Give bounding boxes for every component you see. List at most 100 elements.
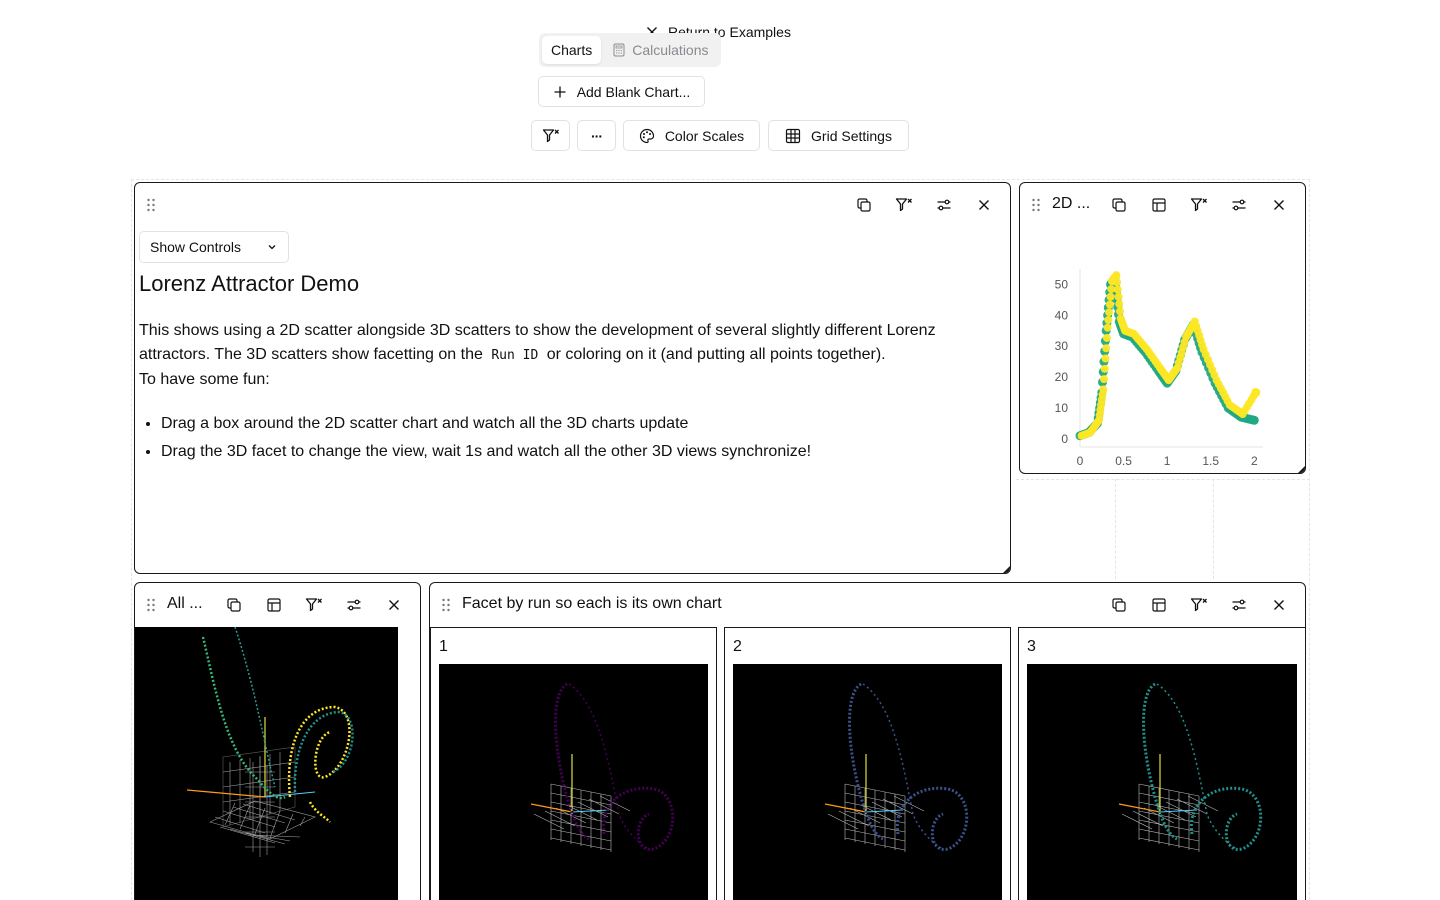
data-point xyxy=(1113,278,1122,287)
y-tick-label: 0 xyxy=(1061,432,1068,446)
scatter-2d-chart[interactable]: 0 10 20 30 40 50 0 0.5 1 1.5 2 xyxy=(1020,227,1306,474)
y-tick-label: 20 xyxy=(1055,370,1069,384)
show-controls-select[interactable]: Show Controls xyxy=(139,231,289,263)
filter-x-icon xyxy=(542,128,559,142)
close-icon[interactable] xyxy=(972,193,996,217)
data-point xyxy=(1103,323,1112,332)
facet-3d-scatter xyxy=(1118,682,1263,852)
color-scales-button[interactable]: Color Scales xyxy=(623,120,760,151)
x-tick-label: 0 xyxy=(1077,454,1084,468)
duplicate-icon[interactable] xyxy=(1107,593,1131,617)
x-tick-label: 1.5 xyxy=(1202,454,1219,468)
data-point xyxy=(1115,307,1124,316)
grid-settings-button[interactable]: Grid Settings xyxy=(768,120,909,151)
scatter-3d-canvas[interactable] xyxy=(135,626,398,900)
list-item: Drag a box around the 2D scatter chart a… xyxy=(161,412,990,436)
markdown-heading: Lorenz Attractor Demo xyxy=(139,271,360,296)
clear-filters-button[interactable] xyxy=(531,120,570,151)
facet-cell: 2 xyxy=(724,627,1011,900)
data-point xyxy=(1104,315,1113,324)
facet-3d-canvas[interactable] xyxy=(733,664,1002,900)
data-point xyxy=(1100,375,1109,384)
data-point xyxy=(1102,333,1111,342)
duplicate-icon[interactable] xyxy=(852,193,876,217)
data-point xyxy=(1099,385,1108,394)
trajectory-loop xyxy=(895,786,969,851)
resize-handle[interactable] xyxy=(1298,466,1305,473)
tab-charts-label: Charts xyxy=(551,42,593,58)
sliders-icon[interactable] xyxy=(1227,593,1251,617)
data-point xyxy=(1115,299,1124,308)
grid-guide xyxy=(1213,479,1214,579)
drag-handle-icon[interactable] xyxy=(145,597,157,613)
duplicate-icon[interactable] xyxy=(222,593,246,617)
data-point xyxy=(1249,415,1259,425)
add-blank-chart-button[interactable]: Add Blank Chart... xyxy=(538,76,705,107)
sliders-icon[interactable] xyxy=(1227,193,1251,217)
facet-cell: 3 xyxy=(1018,627,1305,900)
facet-label: 3 xyxy=(1027,638,1036,655)
facet-label: 2 xyxy=(733,638,742,655)
data-point xyxy=(1105,300,1114,309)
grid-guide xyxy=(1115,479,1116,579)
paragraph-text: or coloring on it (and putting all point… xyxy=(546,346,886,363)
more-options-button[interactable]: ··· xyxy=(577,120,616,151)
data-point xyxy=(1251,388,1261,398)
y-tick-label: 30 xyxy=(1055,339,1069,353)
plus-icon xyxy=(554,86,566,97)
more-options-label: ··· xyxy=(591,127,603,144)
calculator-icon xyxy=(613,43,625,57)
close-icon[interactable] xyxy=(1267,593,1291,617)
data-point xyxy=(1114,292,1123,301)
panel-title: All ... xyxy=(167,595,203,612)
panel-title: 2D ... xyxy=(1052,195,1091,212)
table-icon[interactable] xyxy=(262,593,286,617)
data-point xyxy=(1105,308,1114,317)
data-point xyxy=(1102,344,1111,353)
scatter-3d-all xyxy=(186,626,354,857)
facet-label: 1 xyxy=(439,638,448,655)
x-tick-label: 0.5 xyxy=(1115,454,1132,468)
color-scales-label: Color Scales xyxy=(664,127,745,144)
filter-x-icon[interactable] xyxy=(892,193,916,217)
y-tick-label: 10 xyxy=(1055,401,1069,415)
markdown-list: Drag a box around the 2D scatter chart a… xyxy=(139,412,990,464)
x-tick-label: 2 xyxy=(1251,454,1258,468)
resize-handle[interactable] xyxy=(1003,566,1010,573)
list-item: Drag the 3D facet to change the view, wa… xyxy=(161,440,990,464)
drag-handle-icon[interactable] xyxy=(145,197,157,213)
close-icon[interactable] xyxy=(1267,193,1291,217)
view-tabs: Charts Calculations xyxy=(539,33,721,67)
filter-x-icon[interactable] xyxy=(302,593,326,617)
data-point xyxy=(1112,271,1121,280)
drag-handle-icon[interactable] xyxy=(440,597,452,613)
close-icon[interactable] xyxy=(382,593,406,617)
x-tick-label: 1 xyxy=(1164,454,1171,468)
y-tick-label: 50 xyxy=(1055,277,1069,291)
facet-3d-canvas[interactable] xyxy=(439,664,708,900)
drag-handle-icon[interactable] xyxy=(1030,197,1042,213)
tab-calculations[interactable]: Calculations xyxy=(603,36,717,64)
table-icon[interactable] xyxy=(1147,593,1171,617)
panel-title: Facet by run so each is its own chart xyxy=(462,595,722,612)
facet-3d-scatter xyxy=(824,682,969,852)
trajectory-loop xyxy=(1189,786,1263,851)
facet-panel: Facet by run so each is its own chart 1 … xyxy=(429,582,1306,900)
show-controls-label: Show Controls xyxy=(150,239,242,255)
markdown-paragraph: To have some fun: xyxy=(139,371,270,388)
scatter-2d-panel: 2D ... 0 10 20 30 40 50 0 0.5 1 1.5 2 xyxy=(1019,182,1306,474)
table-icon[interactable] xyxy=(1147,193,1171,217)
grid-settings-label: Grid Settings xyxy=(811,127,892,144)
filter-x-icon[interactable] xyxy=(1187,193,1211,217)
filter-x-icon[interactable] xyxy=(1187,593,1211,617)
markdown-content: Lorenz Attractor Demo This shows using a… xyxy=(139,271,990,468)
facet-3d-scatter xyxy=(530,682,675,852)
trajectory-loop xyxy=(601,786,675,851)
grid-icon xyxy=(785,128,801,143)
sliders-icon[interactable] xyxy=(342,593,366,617)
duplicate-icon[interactable] xyxy=(1107,193,1131,217)
facet-3d-canvas[interactable] xyxy=(1027,664,1297,900)
data-point xyxy=(1101,354,1110,363)
sliders-icon[interactable] xyxy=(932,193,956,217)
tab-charts[interactable]: Charts xyxy=(542,36,602,64)
